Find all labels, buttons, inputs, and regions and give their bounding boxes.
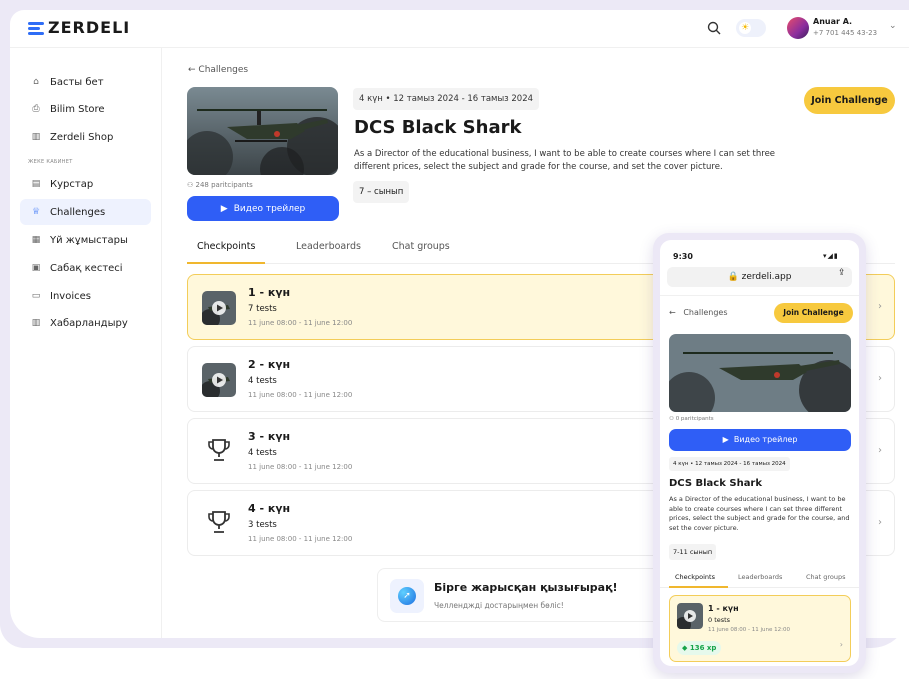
checkpoint-row[interactable]: 1 - күн 0 tests 11 june 08:00 - 11 june …	[669, 595, 851, 662]
checkpoint-date: 11 june 08:00 - 11 june 12:00	[248, 319, 353, 327]
checkpoint-title: 1 - күн	[248, 286, 291, 299]
trophy-icon: ♕	[31, 207, 41, 217]
participants-count: ⚇ 248 paritcipants	[187, 181, 253, 189]
checkpoint-tests: 7 tests	[248, 304, 277, 314]
sidebar-item-courses[interactable]: ▤ Курстар	[20, 171, 151, 197]
calendar-icon: ▣	[31, 263, 41, 273]
chevron-right-icon: ›	[878, 445, 882, 456]
page-title: DCS Black Shark	[354, 117, 522, 138]
status-time: 9:30	[673, 252, 693, 261]
sidebar-section-label: ЖЕКЕ КАБИНЕТ	[28, 159, 73, 165]
challenge-description: As a Director of the educational busines…	[669, 495, 850, 532]
chevron-right-icon: ›	[878, 373, 882, 384]
sun-icon: ☀	[739, 22, 751, 34]
divider	[660, 295, 859, 296]
challenge-description: As a Director of the educational busines…	[354, 149, 776, 172]
homework-icon: ▦	[31, 235, 41, 245]
back-link[interactable]: ← Challenges	[188, 65, 248, 75]
avatar[interactable]	[787, 17, 809, 39]
search-icon[interactable]	[707, 21, 721, 35]
video-trailer-button[interactable]: ▶ Видео трейлер	[669, 429, 851, 451]
shop-icon: ▥	[31, 132, 41, 142]
checkpoint-tests: 0 tests	[708, 616, 731, 624]
tab-leaderboards[interactable]: Leaderboards	[296, 241, 361, 252]
sidebar-item-home[interactable]: ⌂ Басты бет	[20, 69, 151, 95]
home-icon: ⌂	[33, 77, 39, 87]
signal-battery-icon: ▾◢▮	[823, 252, 839, 260]
checkpoint-date: 11 june 08:00 - 11 june 12:00	[248, 535, 353, 543]
sidebar-item-homework[interactable]: ▦ Үй жұмыстары	[20, 227, 151, 253]
checkpoint-date: 11 june 08:00 - 11 june 12:00	[248, 463, 353, 471]
active-tab-indicator	[669, 586, 728, 588]
courses-icon: ▤	[31, 179, 41, 189]
top-bar: ZERDELI ☀ Anuar A. +7 701 445 43-23 ⌄	[10, 10, 909, 48]
date-range-badge: 4 күн • 12 тамыз 2024 - 16 тамыз 2024	[353, 88, 540, 110]
gem-icon: ◆	[682, 644, 688, 652]
sidebar-item-bilim-store[interactable]: ⎙ Bilim Store	[20, 96, 151, 122]
chevron-right-icon: ›	[878, 517, 882, 528]
tab-chat-groups[interactable]: Chat groups	[806, 573, 846, 581]
logo-mark-icon	[28, 20, 44, 36]
trophy-icon	[208, 439, 230, 461]
checkpoint-video-thumbnail	[202, 363, 236, 397]
sidebar: ⌂ Басты бет ⎙ Bilim Store ▥ Zerdeli Shop ЖЕ…	[10, 48, 162, 638]
tab-checkpoints[interactable]: Checkpoints	[675, 573, 715, 581]
sidebar-item-challenges[interactable]: ♕ Challenges	[20, 199, 151, 225]
phone-screen: 9:30 ▾◢▮ 🔒 zerdeli.app ⇪ ← Challenges Jo…	[660, 240, 859, 666]
user-name: Anuar A.	[813, 17, 853, 26]
sidebar-item-zerdeli-shop[interactable]: ▥ Zerdeli Shop	[20, 124, 151, 150]
page-title: DCS Black Shark	[669, 478, 763, 489]
checkpoint-title: 2 - күн	[248, 358, 291, 371]
trophy-icon	[208, 511, 230, 533]
chevron-down-icon[interactable]: ⌄	[889, 21, 897, 31]
phone-frame: 9:30 ▾◢▮ 🔒 zerdeli.app ⇪ ← Challenges Jo…	[653, 233, 866, 673]
share-icon[interactable]: ⇪	[838, 268, 846, 278]
challenge-cover-image	[187, 87, 338, 175]
store-icon: ⎙	[32, 104, 40, 114]
logo[interactable]: ZERDELI	[28, 18, 130, 37]
user-phone: +7 701 445 43-23	[813, 29, 878, 37]
join-challenge-button[interactable]: Join Challenge	[774, 303, 853, 323]
chevron-right-icon: ›	[878, 301, 882, 312]
grade-badge: 7-11 сынып	[669, 544, 717, 560]
play-icon: ▶	[220, 203, 228, 214]
sidebar-item-notifications[interactable]: ▥ Хабарландыру	[20, 310, 151, 336]
back-link[interactable]: ← Challenges	[669, 308, 728, 317]
tab-leaderboards[interactable]: Leaderboards	[738, 573, 782, 581]
active-tab-indicator	[187, 262, 265, 264]
xp-badge: ◆ 136 xp	[677, 641, 722, 655]
video-trailer-button[interactable]: ▶ Видео трейлер	[187, 196, 339, 221]
chevron-right-icon: ›	[839, 640, 843, 649]
date-range-badge: 4 күн • 12 тамыз 2024 - 16 тамыз 2024	[669, 457, 790, 471]
tab-chat-groups[interactable]: Chat groups	[392, 241, 450, 252]
sidebar-item-invoices[interactable]: ▭ Invoices	[20, 283, 151, 309]
checkpoint-tests: 4 tests	[248, 448, 277, 458]
share-banner[interactable]: ➚ Бірге жарысқан қызығырақ! Челленджді д…	[377, 568, 677, 622]
grade-badge: 7 – сынып	[353, 181, 410, 203]
checkpoint-date: 11 june 08:00 - 11 june 12:00	[708, 627, 790, 633]
banner-subtitle: Челленджді достарыңмен бөліс!	[434, 601, 564, 610]
sidebar-item-schedule[interactable]: ▣ Сабақ кестесі	[20, 255, 151, 281]
challenge-cover-image	[669, 334, 851, 412]
banner-title: Бірге жарысқан қызығырақ!	[434, 581, 618, 594]
checkpoint-title: 1 - күн	[708, 604, 739, 613]
participants-count: ⚇ 0 paritcipants	[669, 416, 714, 422]
tab-checkpoints[interactable]: Checkpoints	[197, 241, 255, 252]
logo-text: ZERDELI	[48, 18, 131, 37]
checkpoint-title: 3 - күн	[248, 430, 291, 443]
checkpoint-video-thumbnail	[677, 603, 703, 629]
theme-toggle[interactable]: ☀	[736, 19, 766, 37]
tab-bar: Checkpoints Leaderboards Chat groups	[660, 566, 859, 588]
checkpoint-video-thumbnail	[202, 291, 236, 325]
notification-icon: ▥	[31, 318, 41, 328]
address-bar[interactable]: 🔒 zerdeli.app	[667, 267, 852, 287]
invoice-icon: ▭	[31, 291, 41, 301]
checkpoint-title: 4 - күн	[248, 502, 291, 515]
join-challenge-button[interactable]: Join Challenge	[804, 87, 895, 114]
checkpoint-date: 11 june 08:00 - 11 june 12:00	[248, 391, 353, 399]
checkpoint-tests: 4 tests	[248, 376, 277, 386]
share-icon: ➚	[390, 579, 424, 613]
checkpoint-tests: 3 tests	[248, 520, 277, 530]
